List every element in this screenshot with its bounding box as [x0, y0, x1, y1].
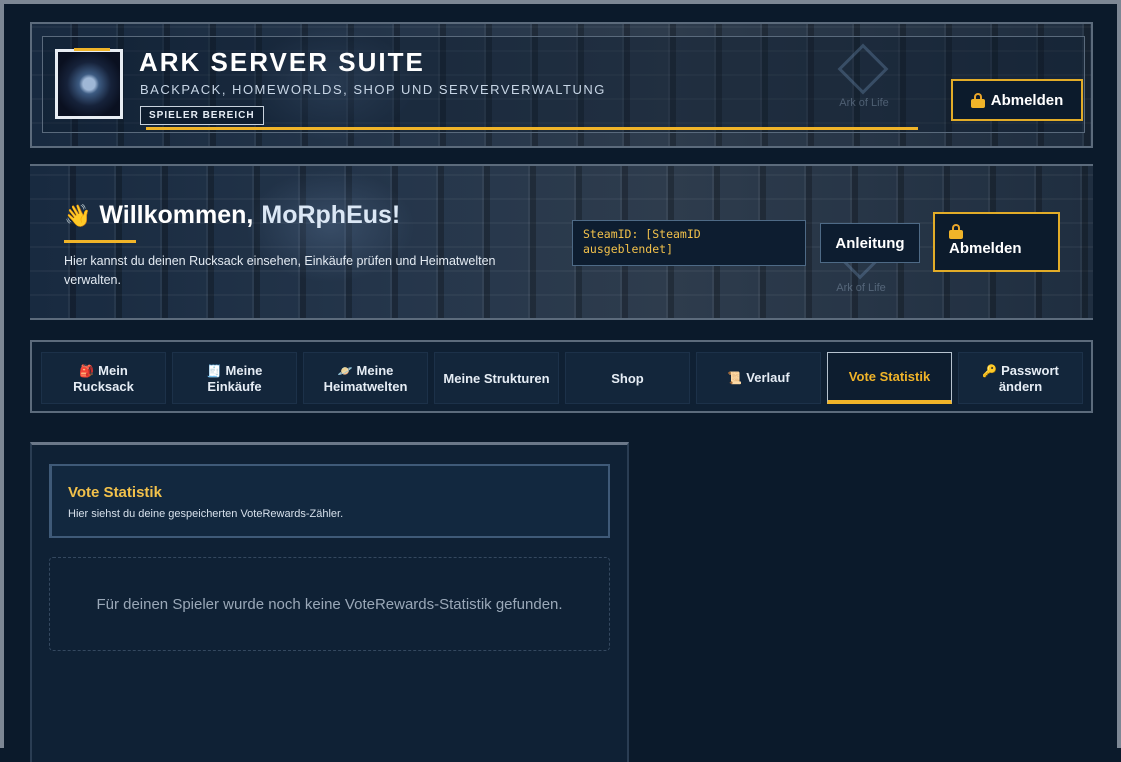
tab-homeworlds[interactable]: 🪐 Meine Heimatwelten [303, 352, 428, 404]
welcome-description: Hier kannst du deinen Rucksack einsehen,… [64, 254, 496, 287]
emblem-icon [837, 43, 889, 95]
player-area-badge: SPIELER BEREICH [140, 106, 264, 125]
tab-history[interactable]: 📜 Verlauf [696, 352, 821, 404]
tab-purchases[interactable]: 🧾 Meine Einkäufe [172, 352, 297, 404]
welcome-banner: 👋 Willkommen, MoRphEus! Hier kannst du d… [30, 164, 1093, 320]
tab-label: Verlauf [746, 370, 790, 385]
tab-backpack[interactable]: 🎒 Mein Rucksack [41, 352, 166, 404]
tab-label: Passwort ändern [998, 362, 1059, 394]
planet-icon: 🪐 [337, 363, 353, 378]
watermark-text: Ark of Life [839, 97, 889, 109]
scroll-icon: 📜 [727, 371, 743, 385]
ark-of-life-watermark: Ark of Life [833, 43, 893, 115]
tab-shop[interactable]: Shop [565, 352, 690, 404]
app-subtitle: BACKPACK, HOMEWORLDS, SHOP UND SERVERVER… [140, 82, 606, 97]
header-accent-line [146, 127, 918, 130]
vote-statistics-header: Vote Statistik Hier siehst du deine gesp… [49, 464, 610, 538]
tab-label: Vote Statistik [848, 369, 931, 384]
tab-structures[interactable]: Meine Strukturen [434, 352, 559, 404]
receipt-icon: 🧾 [206, 363, 222, 378]
lock-icon [949, 224, 963, 239]
welcome-logout-button[interactable]: Abmelden [933, 212, 1060, 272]
backpack-icon: 🎒 [79, 363, 95, 378]
header-inner-frame: ARK SERVER SUITE BACKPACK, HOMEWORLDS, S… [42, 36, 1085, 133]
tab-label: Meine Heimatwelten [323, 362, 408, 394]
header-banner: ARK SERVER SUITE BACKPACK, HOMEWORLDS, S… [30, 22, 1093, 148]
welcome-accent-line [64, 240, 136, 243]
welcome-logout-label: Abmelden [949, 240, 1022, 257]
steamid-display: SteamID: [SteamID ausgeblendet] [572, 220, 806, 266]
tab-change-password[interactable]: 🔑 Passwort ändern [958, 352, 1083, 404]
header-logout-button[interactable]: Abmelden [951, 79, 1083, 121]
vote-statistics-card: Vote Statistik Hier siehst du deine gesp… [30, 442, 629, 762]
tab-vote-statistics[interactable]: Vote Statistik [827, 352, 952, 404]
vote-statistics-subtitle: Hier siehst du deine gespeicherten VoteR… [68, 508, 344, 520]
tab-label: Shop [611, 370, 644, 386]
welcome-username: MoRphEus! [261, 201, 401, 229]
welcome-greeting: Willkommen, [99, 201, 254, 229]
guide-button[interactable]: Anleitung [820, 223, 920, 263]
tab-label: Meine Strukturen [443, 370, 550, 386]
lock-icon [970, 93, 985, 108]
app-logo [55, 48, 123, 119]
waving-hand-icon: 👋 [64, 202, 92, 228]
vote-statistics-title: Vote Statistik [68, 484, 162, 501]
key-icon: 🔑 [982, 363, 998, 378]
empty-state-message: Für deinen Spieler wurde noch keine Vote… [49, 557, 610, 651]
main-nav: 🎒 Mein Rucksack 🧾 Meine Einkäufe 🪐 Meine He… [30, 340, 1093, 413]
header-logout-label: Abmelden [990, 91, 1064, 109]
app-title: ARK SERVER SUITE [139, 47, 425, 77]
watermark-text: Ark of Life [836, 282, 886, 294]
welcome-heading: 👋 Willkommen, MoRphEus! [64, 201, 400, 230]
